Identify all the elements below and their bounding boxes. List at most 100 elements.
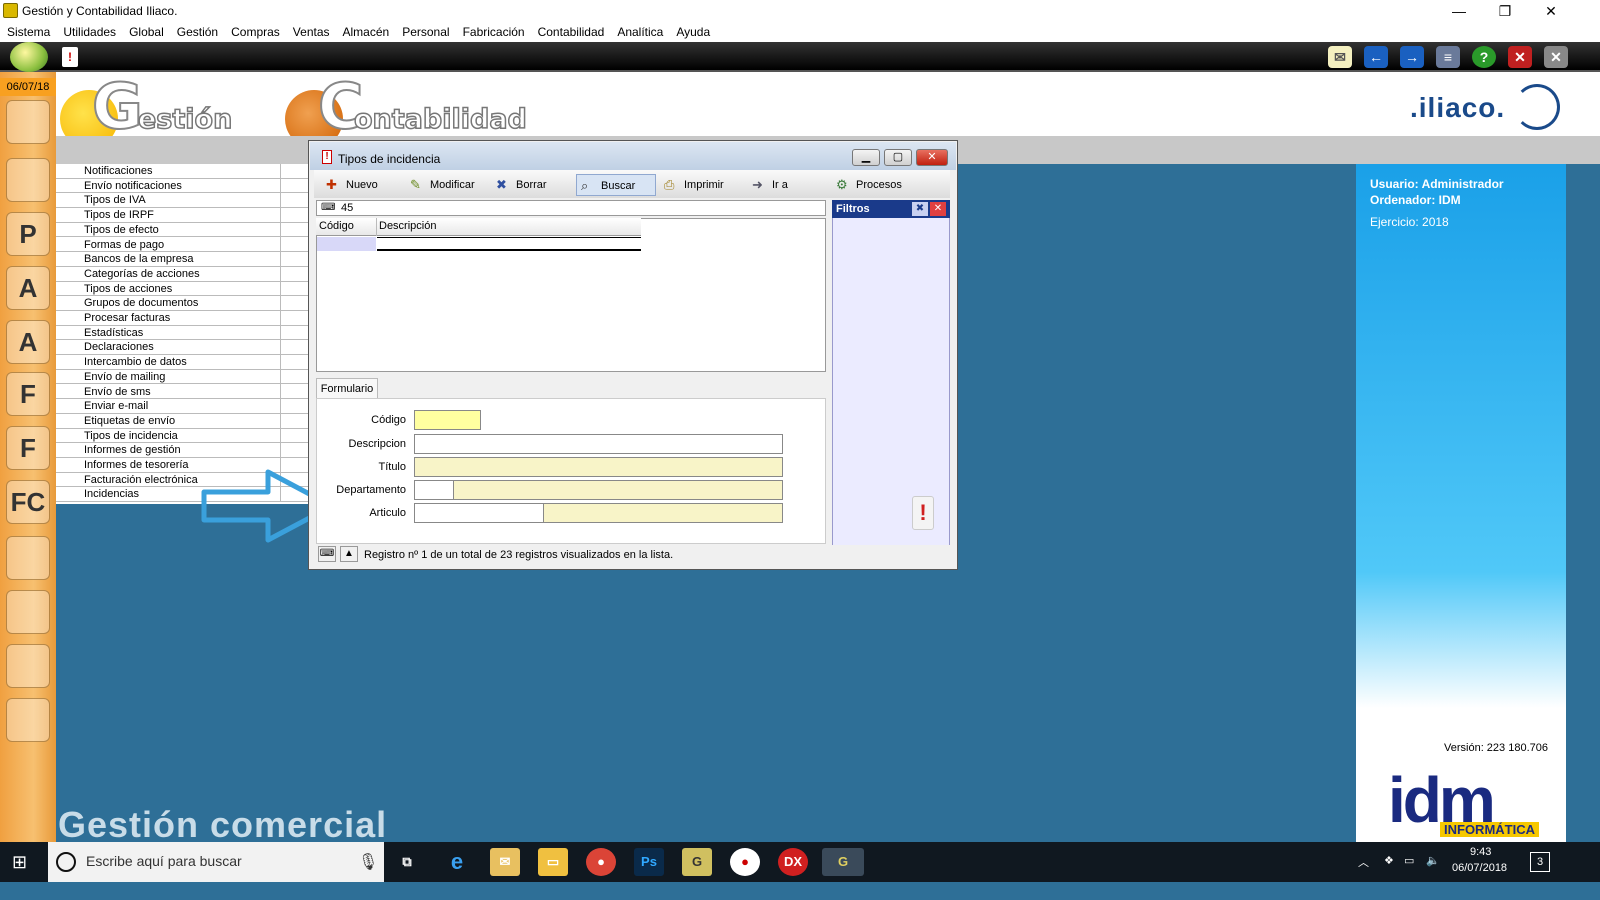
back-arrow-icon[interactable]: ←	[1364, 46, 1388, 68]
book-f2-icon[interactable]: F	[6, 426, 50, 470]
bag-green-icon[interactable]	[6, 536, 50, 580]
column-codigo[interactable]: Código	[319, 220, 354, 232]
dialog-minimize-button[interactable]: ▁	[852, 149, 880, 166]
volume-icon[interactable]: 🔈	[1426, 854, 1440, 867]
side-menu-item[interactable]: Envío de sms	[56, 385, 308, 400]
alert-icon[interactable]: !	[62, 47, 78, 67]
mail-app-icon[interactable]: ✉	[490, 848, 520, 876]
menu-analitica[interactable]: Analítica	[610, 22, 669, 39]
table-row-codigo-cell[interactable]	[317, 237, 376, 251]
active-app-icon[interactable]: G	[822, 848, 864, 876]
menu-almacen[interactable]: Almacén	[336, 22, 396, 39]
windows-list-icon[interactable]: ≡	[1436, 46, 1460, 68]
task-view-icon[interactable]: ⧉	[392, 848, 422, 876]
pin-icon[interactable]: ✖	[912, 202, 928, 216]
search-input[interactable]: 45	[341, 202, 353, 214]
minimize-button[interactable]: —	[1436, 1, 1482, 21]
side-menu-item[interactable]: Envío de mailing	[56, 370, 308, 385]
side-menu-item[interactable]: Tipos de IRPF	[56, 208, 308, 223]
clock-time[interactable]: 9:43	[1470, 846, 1491, 858]
table-row-descripcion-cell[interactable]	[377, 237, 641, 251]
side-menu-item[interactable]: Notificaciones	[56, 164, 308, 179]
filters-close-icon[interactable]: ✕	[930, 202, 946, 216]
side-menu-item[interactable]: Tipos de IVA	[56, 193, 308, 209]
column-descripcion[interactable]: Descripción	[379, 220, 436, 232]
side-menu-item[interactable]: Procesar facturas	[56, 311, 308, 326]
departamento-code-field[interactable]	[414, 480, 454, 500]
close-button[interactable]: ✕	[1528, 1, 1574, 21]
imprimir-button[interactable]: ⎙ Imprimir	[664, 174, 724, 196]
side-menu-item[interactable]: Envío notificaciones	[56, 179, 308, 194]
ir-a-button[interactable]: ➜ Ir a	[752, 174, 788, 196]
start-windows-icon[interactable]: ⊞	[12, 852, 27, 873]
titulo-field[interactable]	[414, 457, 783, 477]
side-menu-item[interactable]: Tipos de acciones	[56, 282, 308, 297]
users-icon[interactable]	[6, 100, 50, 144]
ledger-icon[interactable]	[6, 644, 50, 688]
clock-date[interactable]: 06/07/2018	[1452, 862, 1507, 874]
tab-formulario[interactable]: Formulario	[316, 378, 378, 398]
help-icon[interactable]: ?	[1472, 46, 1496, 68]
network-icon[interactable]: ▭	[1404, 854, 1414, 867]
side-menu-item[interactable]: Etiquetas de envío	[56, 414, 308, 429]
home-orb-icon[interactable]	[10, 42, 48, 72]
side-menu-item[interactable]: Tipos de incidencia	[56, 429, 308, 444]
side-menu-item[interactable]: Enviar e-mail	[56, 399, 308, 414]
taskbar-search[interactable]: Escribe aquí para buscar 🎙	[48, 842, 384, 882]
book-fc-icon[interactable]: FC	[6, 480, 50, 524]
iliaco-app-icon[interactable]: G	[682, 848, 712, 876]
close-window-icon[interactable]: ✕	[1508, 46, 1532, 68]
side-menu-item[interactable]: Intercambio de datos	[56, 355, 308, 370]
menu-gestion[interactable]: Gestión	[170, 22, 224, 39]
forward-arrow-icon[interactable]: →	[1400, 46, 1424, 68]
dialog-close-button[interactable]: ✕	[916, 149, 948, 166]
menu-ayuda[interactable]: Ayuda	[669, 22, 716, 39]
codigo-field[interactable]	[414, 410, 481, 430]
notification-center-icon[interactable]: 3	[1530, 852, 1550, 872]
dialog-maximize-button[interactable]: ▢	[884, 149, 912, 166]
book-f-icon[interactable]: F	[6, 372, 50, 416]
descripcion-field[interactable]	[414, 434, 783, 454]
tray-expand-icon[interactable]: ︿	[1358, 854, 1369, 870]
mail-icon[interactable]: ✉	[1328, 46, 1352, 68]
modificar-button[interactable]: ✎ Modificar	[410, 174, 475, 196]
chrome-icon[interactable]: ●	[586, 848, 616, 876]
side-menu-item[interactable]: Bancos de la empresa	[56, 252, 308, 267]
nuevo-button[interactable]: ✚ Nuevo	[326, 174, 378, 196]
side-menu-item[interactable]: Grupos de documentos	[56, 296, 308, 311]
side-menu-item[interactable]: Tipos de efecto	[56, 223, 308, 238]
photoshop-icon[interactable]: Ps	[634, 848, 664, 876]
edge-icon[interactable]: e	[442, 848, 472, 876]
app-red-icon[interactable]: ●	[730, 848, 760, 876]
menu-global[interactable]: Global	[122, 22, 170, 39]
dropbox-icon[interactable]: ❖	[1384, 854, 1394, 867]
menu-contabilidad[interactable]: Contabilidad	[531, 22, 611, 39]
side-menu-item[interactable]: Formas de pago	[56, 238, 308, 253]
procesos-button[interactable]: ⚙ Procesos	[836, 174, 902, 196]
bag-orange-icon[interactable]	[6, 590, 50, 634]
menu-utilidades[interactable]: Utilidades	[56, 22, 122, 39]
collapse-up-icon[interactable]: ▲	[340, 546, 358, 562]
user-a-icon[interactable]: A	[6, 266, 50, 310]
exit-icon[interactable]: ✕	[1544, 46, 1568, 68]
dx-icon[interactable]: DX	[778, 848, 808, 876]
side-menu-item[interactable]: Estadísticas	[56, 326, 308, 341]
restore-button[interactable]: ❐	[1482, 1, 1528, 21]
book-a-icon[interactable]: A	[6, 320, 50, 364]
cd-tools-icon[interactable]	[6, 698, 50, 742]
menu-compras[interactable]: Compras	[224, 22, 286, 39]
side-menu-item[interactable]: Declaraciones	[56, 340, 308, 356]
borrar-button[interactable]: ✖ Borrar	[496, 174, 547, 196]
buscar-button[interactable]: ⌕ Buscar	[576, 174, 656, 196]
articulo-code-field[interactable]	[414, 503, 544, 523]
side-menu-item[interactable]: Categorías de acciones	[56, 267, 308, 282]
side-menu-item[interactable]: Informes de gestión	[56, 443, 308, 458]
menu-ventas[interactable]: Ventas	[286, 22, 336, 39]
user-icon[interactable]	[6, 158, 50, 202]
menu-personal[interactable]: Personal	[395, 22, 455, 39]
menu-fabricacion[interactable]: Fabricación	[456, 22, 531, 39]
user-p-icon[interactable]: P	[6, 212, 50, 256]
menu-sistema[interactable]: Sistema	[0, 22, 56, 39]
microphone-icon[interactable]: 🎙	[358, 852, 378, 872]
file-explorer-icon[interactable]: ▭	[538, 848, 568, 876]
